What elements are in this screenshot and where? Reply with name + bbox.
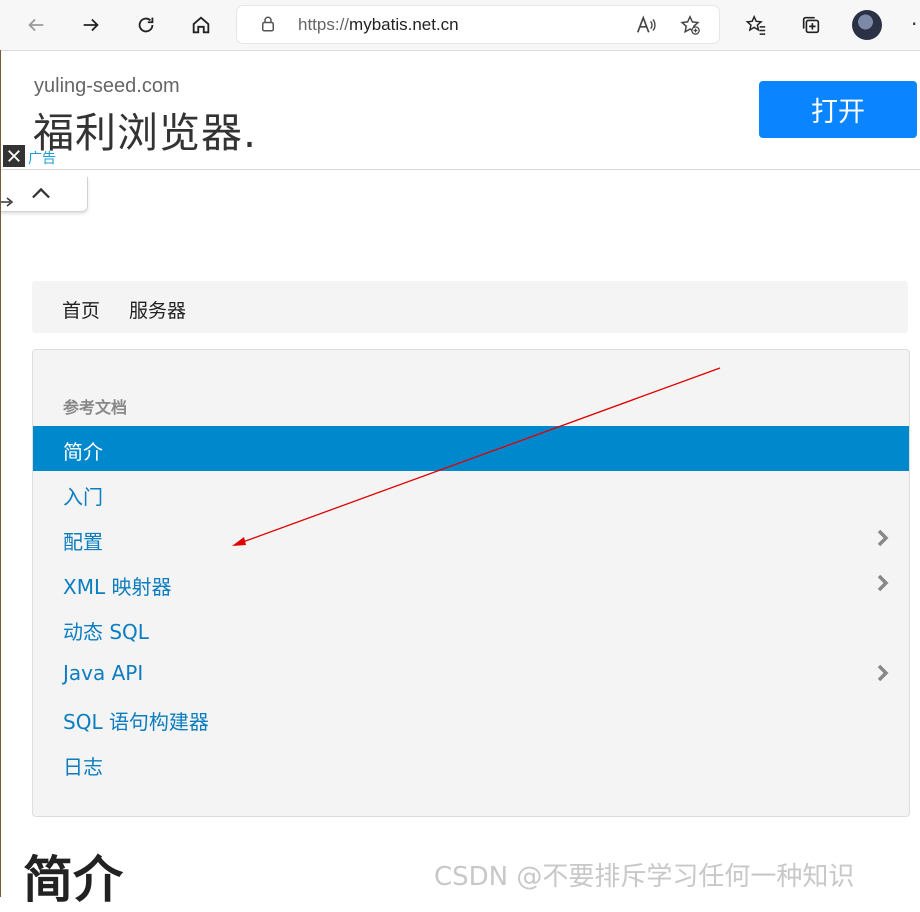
sidebar-item-label: 入门 <box>63 485 103 509</box>
ad-open-button[interactable]: 打开 <box>759 81 917 138</box>
window-edge <box>0 50 1 897</box>
sidebar-item-label: SQL 语句构建器 <box>63 710 209 734</box>
pointer-hand-icon <box>0 197 14 207</box>
add-favorite-icon[interactable] <box>679 14 701 36</box>
ad-banner[interactable]: yuling-seed.com 福利浏览器. 打开 广告 <box>0 51 920 170</box>
sidebar-item-sql-builder[interactable]: SQL 语句构建器 <box>33 696 909 741</box>
lock-icon[interactable] <box>259 15 277 33</box>
ad-collapse-toggle[interactable] <box>0 177 88 212</box>
home-icon[interactable] <box>185 9 217 41</box>
ad-title[interactable]: 福利浏览器. <box>33 99 257 159</box>
ad-domain: yuling-seed.com <box>34 75 180 97</box>
sidebar-item-dynamic-sql[interactable]: 动态 SQL <box>33 606 909 651</box>
sidebar-item-java-api[interactable]: Java API <box>33 651 909 696</box>
sidebar-header: 参考文档 <box>63 398 128 417</box>
breadcrumb-server[interactable]: 服务器 <box>129 296 186 323</box>
read-aloud-icon[interactable] <box>635 14 657 36</box>
page-title: 简介 <box>23 851 123 909</box>
more-icon[interactable]: · <box>911 12 917 36</box>
sidebar-item-label: 动态 SQL <box>63 620 149 644</box>
close-icon[interactable] <box>3 145 25 167</box>
sidebar-item-configuration[interactable]: 配置 <box>33 516 909 561</box>
sidebar-item-label: 配置 <box>63 530 103 554</box>
sidebar-item-label: XML 映射器 <box>63 575 172 599</box>
ad-label: 广告 <box>28 151 56 167</box>
address-bar[interactable]: https://mybatis.net.cn <box>237 6 719 43</box>
forward-icon[interactable] <box>75 9 107 41</box>
chevron-up-icon <box>32 187 50 199</box>
sidebar-item-label: 简介 <box>63 440 103 464</box>
breadcrumb-home[interactable]: 首页 <box>62 296 100 323</box>
docs-sidebar: 参考文档 简介 入门 配置 XML 映射器 动态 SQL Java API SQ… <box>32 349 910 817</box>
sidebar-item-intro[interactable]: 简介 <box>33 426 909 471</box>
browser-toolbar: https://mybatis.net.cn · <box>0 0 920 51</box>
watermark: CSDN @不要排斥学习任何一种知识 <box>434 862 855 892</box>
chevron-right-icon[interactable] <box>875 663 891 683</box>
url-text[interactable]: https://mybatis.net.cn <box>298 15 459 35</box>
chevron-right-icon[interactable] <box>875 528 891 548</box>
profile-avatar[interactable] <box>852 10 882 40</box>
back-icon[interactable] <box>20 9 52 41</box>
sidebar-item-getting-started[interactable]: 入门 <box>33 471 909 516</box>
sidebar-item-logging[interactable]: 日志 <box>33 741 909 786</box>
breadcrumb: 首页 服务器 <box>32 281 908 333</box>
chevron-right-icon[interactable] <box>875 573 891 593</box>
sidebar-item-label: Java API <box>63 661 144 685</box>
refresh-icon[interactable] <box>130 9 162 41</box>
sidebar-item-label: 日志 <box>63 755 103 779</box>
collections-icon[interactable] <box>795 9 827 41</box>
favorites-icon[interactable] <box>740 9 772 41</box>
sidebar-item-xml-mapper[interactable]: XML 映射器 <box>33 561 909 606</box>
